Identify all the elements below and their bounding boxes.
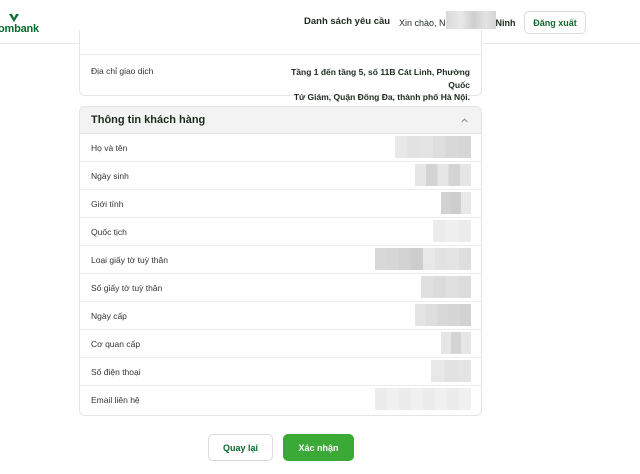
user-greeting: Xin chào, N Ninh (399, 11, 516, 29)
redacted-value (433, 220, 471, 242)
info-row: Email liên hệ (80, 386, 481, 414)
back-button[interactable]: Quay lại (208, 434, 273, 461)
redacted-user-name (445, 11, 496, 29)
redacted-value (431, 360, 471, 382)
row-divider (80, 54, 481, 55)
info-row-label: Họ và tên (91, 143, 128, 153)
redacted-value (395, 136, 471, 158)
info-row-label: Giới tính (91, 199, 124, 209)
customer-info-header[interactable]: Thông tin khách hàng (80, 107, 481, 134)
chevron-up-icon[interactable] (460, 116, 469, 125)
redacted-value (375, 248, 471, 270)
customer-info-card: Thông tin khách hàng Họ và tên Ngày sinh G… (79, 106, 482, 416)
logout-button[interactable]: Đăng xuất (524, 11, 586, 34)
info-row-label: Số giấy tờ tuỳ thân (91, 283, 163, 293)
redacted-value (441, 192, 471, 214)
info-row: Ngày sinh (80, 162, 481, 190)
info-row-label: Loại giấy tờ tuỳ thân (91, 255, 168, 265)
info-row-label: Cơ quan cấp (91, 339, 141, 349)
address-line-2: Tử Giám, Quận Đống Đa, thành phố Hà Nội. (293, 92, 470, 102)
info-row-label: Số điện thoại (91, 367, 141, 377)
address-label: Địa chỉ giao dịch (91, 66, 154, 76)
redacted-value (415, 164, 471, 186)
info-row: Ngày cấp (80, 302, 481, 330)
redacted-value (375, 388, 471, 410)
address-value: Tầng 1 đến tầng 5, số 11B Cát Linh, Phườ… (270, 66, 470, 104)
customer-info-rows: Họ và tên Ngày sinh Giới tính Quốc tịch Loại… (80, 134, 481, 414)
bank-logo-icon (9, 14, 19, 22)
info-row: Cơ quan cấp (80, 330, 481, 358)
info-row: Số điện thoại (80, 358, 481, 386)
info-row-label: Ngày sinh (91, 171, 129, 181)
redacted-value (441, 332, 471, 354)
request-list-link[interactable]: Danh sách yêu cầu (304, 16, 390, 27)
redacted-value (415, 304, 471, 326)
info-row: Số giấy tờ tuỳ thân (80, 274, 481, 302)
info-row-label: Quốc tịch (91, 227, 127, 237)
logo-text: ombank (0, 23, 39, 35)
info-row: Giới tính (80, 190, 481, 218)
confirm-button[interactable]: Xác nhận (283, 434, 354, 461)
greeting-suffix: Ninh (495, 17, 516, 28)
address-line-1: Tầng 1 đến tầng 5, số 11B Cát Linh, Phườ… (291, 67, 470, 90)
redacted-value (421, 276, 471, 298)
info-row-label: Ngày cấp (91, 311, 127, 321)
info-row: Loại giấy tờ tuỳ thân (80, 246, 481, 274)
greeting-prefix: Xin chào, N (399, 17, 446, 28)
customer-info-title: Thông tin khách hàng (91, 114, 206, 126)
info-row: Họ và tên (80, 134, 481, 162)
info-row-label: Email liên hệ (91, 395, 140, 405)
info-row: Quốc tịch (80, 218, 481, 246)
transaction-info-card: Địa chỉ giao dịch Tầng 1 đến tầng 5, số … (79, 30, 482, 102)
